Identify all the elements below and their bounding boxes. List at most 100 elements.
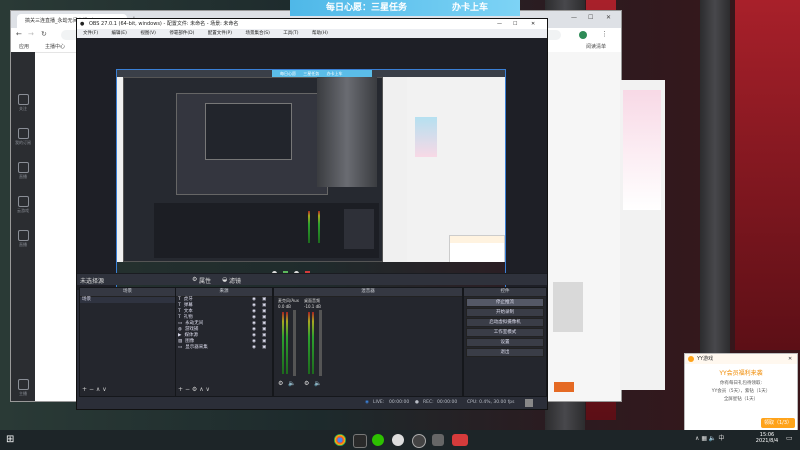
live-icon: ◉ [365, 400, 369, 405]
source-type-icon: T [178, 297, 181, 302]
windows-start-icon[interactable]: ⊞ [6, 434, 18, 446]
menu-help[interactable]: 帮助(H) [312, 31, 328, 36]
nested-obs-capture-2 [176, 93, 328, 195]
obs-statusbar: ◉ LIVE: 00:00:00 ● REC: 00:00:00 CPU: 0.… [77, 397, 547, 409]
maximize-icon[interactable]: ☐ [513, 19, 517, 29]
gear-icon[interactable]: ⚙ [192, 386, 197, 393]
menu-file[interactable]: 文件(F) [83, 31, 98, 36]
settings-button[interactable]: 设置 [466, 338, 544, 347]
menu-docks[interactable]: 停靠部件(D) [169, 31, 194, 36]
mixer-channel-desktop: 桌面音频 -10.1 dB ⚙ 🔈 [304, 298, 322, 387]
close-icon[interactable]: ✕ [606, 14, 611, 21]
gear-icon[interactable]: ⚙ [304, 380, 309, 387]
properties-button[interactable]: 属性 [199, 276, 211, 285]
exit-button[interactable]: 退出 [466, 348, 544, 357]
gear-icon[interactable]: ⚙ [278, 380, 283, 387]
clock[interactable]: 15:06 2021/8/4 [752, 432, 782, 444]
ime-icon[interactable]: 中 [718, 435, 724, 442]
sources-dock: 来源 T 虎牙 ◉ ▣ T 弹幕 ◉ ▣ T 文本 ◉ ▣ T 礼物 ◉ ▣ ▭ 永劫无间 ◉ ▣ ◍ 游戏捕 ◉ ▣ ▶ 媒体源… [175, 287, 273, 397]
minimize-icon[interactable]: — [571, 14, 577, 21]
notification-icon[interactable]: ▭ [786, 434, 796, 446]
source-item-label: 游戏捕 [184, 327, 199, 332]
obs-preview-canvas[interactable]: 每日心愿 三星任务 办卡上车 [116, 69, 506, 288]
sidebar-item-live-2[interactable]: 直播 [13, 228, 33, 254]
source-toolbar: 未选择源 ⚙ 属性 ◒ 滤镜 [77, 273, 547, 285]
wish-banner[interactable]: 每日心愿：三星任务 办卡上车 [290, 0, 520, 16]
source-item-label: 媒体源 [184, 333, 198, 338]
remove-icon[interactable]: − [185, 386, 190, 393]
filters-button[interactable]: 滤镜 [229, 276, 241, 285]
reading-list[interactable]: 阅读清单 [586, 43, 606, 50]
gamepad-icon [17, 196, 29, 207]
nested-mixer [304, 207, 334, 247]
close-icon[interactable]: ✕ [788, 354, 792, 364]
network-icon[interactable]: ▦ [701, 435, 707, 442]
obs-titlebar: ● OBS 27.0.1 (64-bit, windows) - 配置文件: 未… [77, 19, 547, 29]
chrome-icon[interactable] [334, 434, 346, 446]
yy-popup-header: YY游戏 ✕ [685, 354, 797, 364]
clock-app-icon[interactable] [412, 434, 426, 448]
user-icon [17, 379, 29, 390]
scene-red-panel [735, 0, 800, 350]
app-icon[interactable] [432, 434, 444, 446]
bookmark-streamer-center[interactable]: 主播中心 [45, 43, 65, 50]
wechat-icon[interactable] [372, 434, 384, 446]
bookmark-apps[interactable]: 应用 [19, 43, 29, 50]
yy-popup-headline: YY会员福利来袭 [719, 370, 763, 377]
sidebar-item-live[interactable]: 直播 [13, 160, 33, 186]
up-icon[interactable]: ∧ [96, 386, 100, 393]
down-icon[interactable]: ∨ [206, 386, 210, 393]
menu-profile[interactable]: 配置文件(P) [208, 31, 232, 36]
scene-item[interactable]: 场景 [80, 297, 175, 303]
avatar[interactable] [579, 31, 587, 39]
mixer-dock: 混音器 麦克风/Aux 0.0 dB ⚙ 🔈 桌面音频 -10.1 dB ⚙ 🔈 [273, 287, 463, 397]
reload-icon[interactable]: ↻ [41, 30, 47, 38]
sidebar-item-subscriptions[interactable]: 我的订阅 [13, 126, 33, 152]
down-icon[interactable]: ∨ [102, 386, 106, 393]
nested-controls [344, 209, 374, 249]
start-virtual-camera-button[interactable]: 启动虚拟摄像机 [466, 318, 544, 327]
more-menu-icon[interactable]: ⋮ [601, 30, 608, 38]
scenes-dock-buttons: + − ∧ ∨ [82, 386, 107, 393]
speaker-icon[interactable]: 🔈 [314, 380, 321, 387]
sidebar-item-follow[interactable]: 关注 [13, 92, 33, 118]
speaker-icon[interactable]: 🔈 [288, 380, 295, 387]
taskbar: ⊞ ∧ ▦ 🔈 中 15:06 2021/8/4 ▭ [0, 430, 800, 450]
source-item[interactable]: ▭ 显示器采集 ◉ ▣ [176, 345, 272, 351]
menu-view[interactable]: 视图(V) [140, 31, 156, 36]
minimize-icon[interactable]: — [497, 19, 502, 29]
volume-icon[interactable]: 🔈 [709, 435, 716, 442]
add-icon[interactable]: + [82, 386, 87, 393]
forward-icon[interactable]: → [28, 30, 34, 38]
eye-icon[interactable]: ◉ [252, 345, 256, 351]
add-icon[interactable]: + [178, 386, 183, 393]
up-icon[interactable]: ∧ [199, 386, 203, 393]
stop-streaming-button[interactable]: 停止推流 [466, 298, 544, 307]
source-list: T 虎牙 ◉ ▣ T 弹幕 ◉ ▣ T 文本 ◉ ▣ T 礼物 ◉ ▣ ▭ 永劫无间 ◉ ▣ ◍ 游戏捕 ◉ ▣ ▶ 媒体源 ◉ ▣ ▨… [176, 297, 272, 351]
banner-text-right: 办卡上车 [452, 3, 489, 13]
menu-tools[interactable]: 工具(T) [283, 31, 298, 36]
close-icon[interactable]: ✕ [531, 19, 535, 29]
menu-scene-collection[interactable]: 场景集合(S) [245, 31, 269, 36]
claim-reward-button[interactable]: 领取（1/3） [761, 418, 795, 428]
sidebar-item-streamer[interactable]: 主播 [13, 377, 33, 403]
rec-label: REC: [423, 400, 434, 405]
obs-icon[interactable] [392, 434, 404, 446]
source-item-label: 礼物 [183, 315, 193, 320]
list-icon [17, 128, 29, 139]
sources-dock-buttons: + − ⚙ ∧ ∨ [178, 386, 210, 393]
volume-slider[interactable] [293, 310, 296, 376]
app-icon[interactable] [353, 434, 367, 448]
chevron-up-icon[interactable]: ∧ [695, 435, 699, 442]
volume-slider[interactable] [319, 310, 322, 376]
remove-icon[interactable]: − [89, 386, 94, 393]
lock-icon[interactable]: ▣ [262, 345, 266, 351]
nested-obs-capture-3 [205, 103, 292, 160]
studio-mode-button[interactable]: 工作室模式 [466, 328, 544, 337]
maximize-icon[interactable]: ☐ [588, 14, 593, 21]
huya-icon[interactable] [452, 434, 468, 446]
start-recording-button[interactable]: 开始录制 [466, 308, 544, 317]
sidebar-item-cloud-game[interactable]: 云游戏 [13, 194, 33, 220]
menu-edit[interactable]: 编辑(E) [112, 31, 127, 36]
back-icon[interactable]: ← [16, 30, 22, 38]
